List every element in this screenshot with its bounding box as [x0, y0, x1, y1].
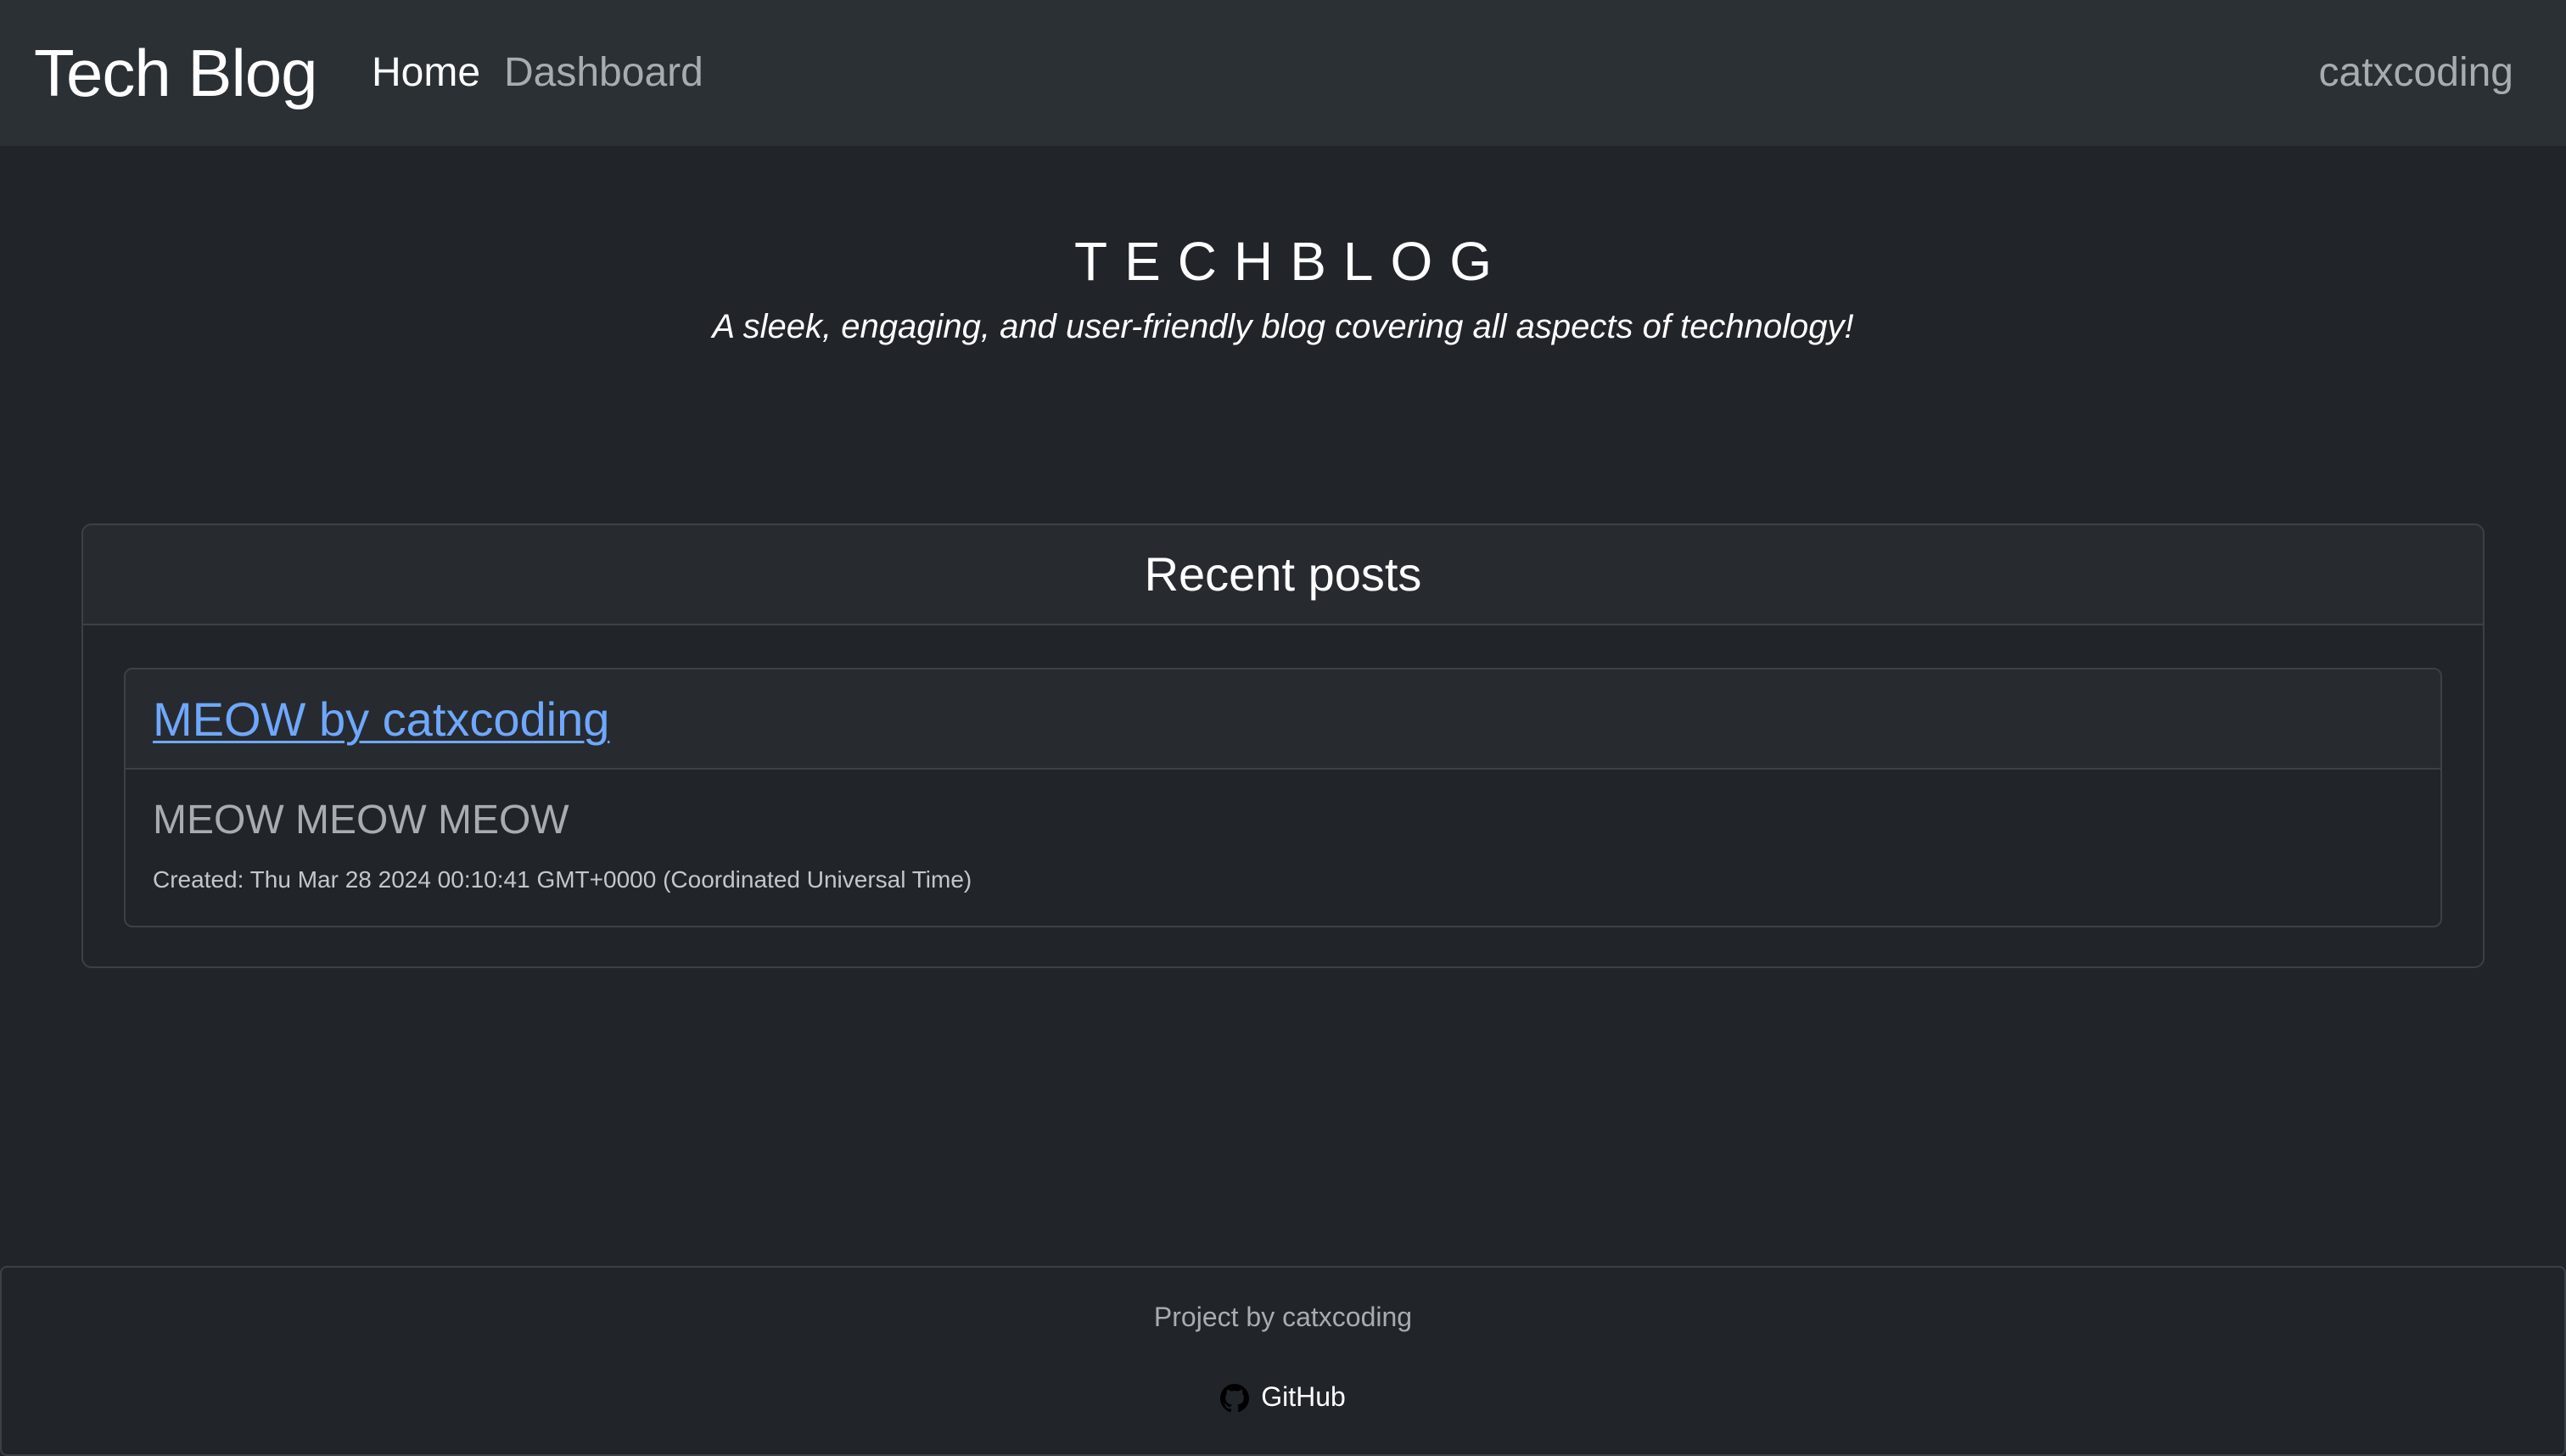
github-icon	[1220, 1384, 1250, 1413]
post-content: MEOW MEOW MEOW	[153, 798, 569, 843]
github-label: GitHub	[1261, 1381, 1346, 1412]
github-link[interactable]: GitHub	[2, 1378, 2564, 1415]
recent-posts-header: Recent posts	[83, 525, 2483, 625]
hero-title: TECHBLOG	[1073, 231, 1510, 292]
post-created-date: Created: Thu Mar 28 2024 00:10:41 GMT+00…	[153, 866, 972, 893]
nav-link-dashboard[interactable]: Dashboard	[504, 47, 703, 99]
post-body: MEOW MEOW MEOW Created: Thu Mar 28 2024 …	[126, 770, 2440, 897]
brand-logo-link[interactable]: Tech Blog	[34, 32, 318, 114]
post-header: MEOW by catxcoding	[126, 669, 2440, 770]
top-navbar: Tech Blog Home Dashboard catxcoding	[0, 0, 2566, 146]
post-card: MEOW by catxcoding MEOW MEOW MEOW Create…	[124, 668, 2442, 927]
recent-posts-card: Recent posts MEOW by catxcoding MEOW MEO…	[81, 524, 2485, 968]
nav-link-home[interactable]: Home	[372, 47, 480, 99]
recent-posts-heading: Recent posts	[1144, 547, 1422, 601]
nav-user-link[interactable]: catxcoding	[2319, 47, 2513, 99]
footer-credit: Project by catxcoding	[1153, 1302, 1413, 1332]
post-title-link[interactable]: MEOW by catxcoding	[153, 692, 609, 746]
hero-subtitle: A sleek, engaging, and user-friendly blo…	[712, 308, 1854, 345]
page-footer: Project by catxcoding GitHub	[0, 1266, 2566, 1456]
